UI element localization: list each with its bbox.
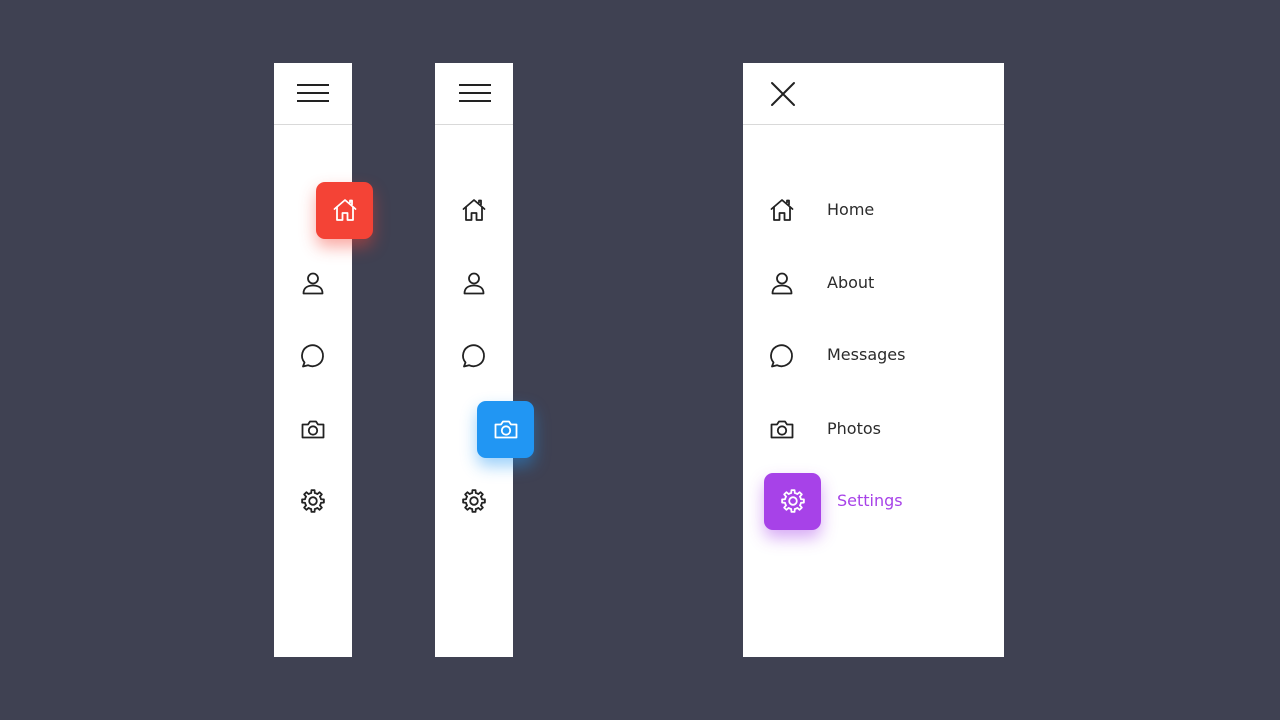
photos-active-tile[interactable] [477,400,534,458]
sidebar-header [743,63,1004,125]
sidebar-item-settings[interactable] [435,473,513,529]
collapsed-sidebar-home-active [274,63,373,657]
message-icon [460,341,488,369]
settings-active-tile[interactable] [764,472,821,530]
home-icon [768,196,796,224]
message-icon [768,341,796,369]
user-icon [460,269,488,297]
hamburger-icon[interactable] [297,84,329,108]
sidebar-item-about[interactable] [274,255,352,311]
sidebar-item-messages[interactable] [274,327,352,383]
message-icon [299,341,327,369]
sidebar-item-settings[interactable] [274,473,352,529]
sidebar-item-about[interactable]: About [743,255,1004,311]
sidebar-item-label: Home [827,200,875,219]
camera-icon [768,415,796,443]
sidebar-item-label: Photos [827,419,881,438]
home-icon [460,196,488,224]
sidebar-item-label: Settings [837,491,903,510]
camera-icon [299,415,327,443]
sidebar-item-home[interactable] [274,181,373,239]
sidebar-header [435,63,513,125]
sidebar-item-messages[interactable]: Messages [743,327,1004,383]
close-icon[interactable] [767,78,799,110]
sidebar-item-label: About [827,273,875,292]
collapsed-sidebar-photos-active [435,63,534,657]
home-icon [333,199,356,221]
camera-icon [494,420,517,439]
gear-icon [460,487,488,515]
sidebar-header [274,63,352,125]
user-icon [768,269,796,297]
user-icon [299,269,327,297]
expanded-sidebar-settings-active: Home About Messages Photos Settings [743,63,1004,657]
sidebar-item-messages[interactable] [435,327,513,383]
sidebar-item-photos[interactable]: Photos [743,401,1004,457]
home-active-tile[interactable] [316,181,373,239]
sidebar-item-photos[interactable] [274,401,352,457]
sidebar-item-home[interactable]: Home [743,182,1004,238]
gear-icon [299,487,327,515]
sidebar-item-home[interactable] [435,182,513,238]
sidebar-item-label: Messages [827,345,906,364]
sidebar-item-photos[interactable] [435,400,534,458]
gear-icon [780,489,805,513]
sidebar-item-about[interactable] [435,255,513,311]
hamburger-icon[interactable] [459,84,491,108]
sidebar-item-settings[interactable]: Settings [743,472,1004,530]
